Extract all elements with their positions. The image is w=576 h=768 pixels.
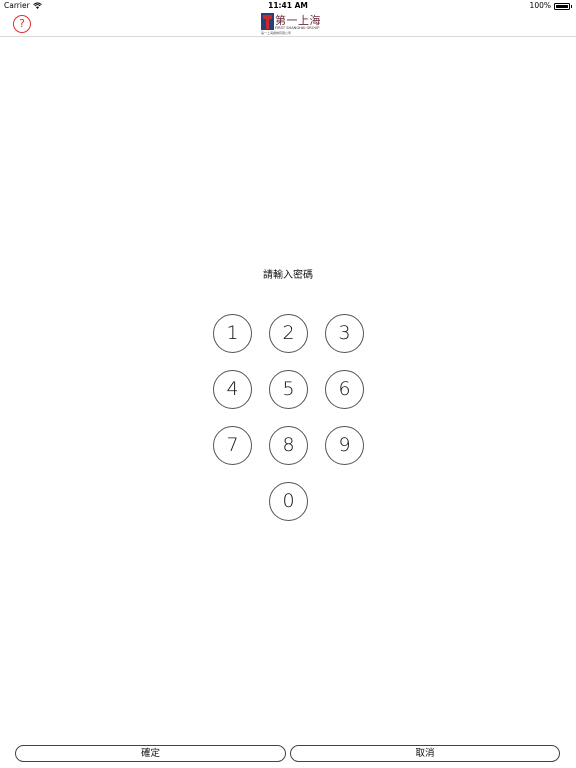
confirm-button[interactable]: 確定 (15, 745, 286, 762)
key-8[interactable]: 8 (269, 426, 308, 465)
key-1[interactable]: 1 (213, 314, 252, 353)
key-6[interactable]: 6 (325, 370, 364, 409)
key-4[interactable]: 4 (213, 370, 252, 409)
numeric-keypad: 1 2 3 4 5 6 7 8 9 0 (0, 0, 576, 768)
cancel-button[interactable]: 取消 (290, 745, 560, 762)
action-bar: 確定 取消 (0, 745, 576, 763)
key-2[interactable]: 2 (269, 314, 308, 353)
key-0[interactable]: 0 (269, 482, 308, 521)
key-3[interactable]: 3 (325, 314, 364, 353)
key-9[interactable]: 9 (325, 426, 364, 465)
key-7[interactable]: 7 (213, 426, 252, 465)
key-5[interactable]: 5 (269, 370, 308, 409)
